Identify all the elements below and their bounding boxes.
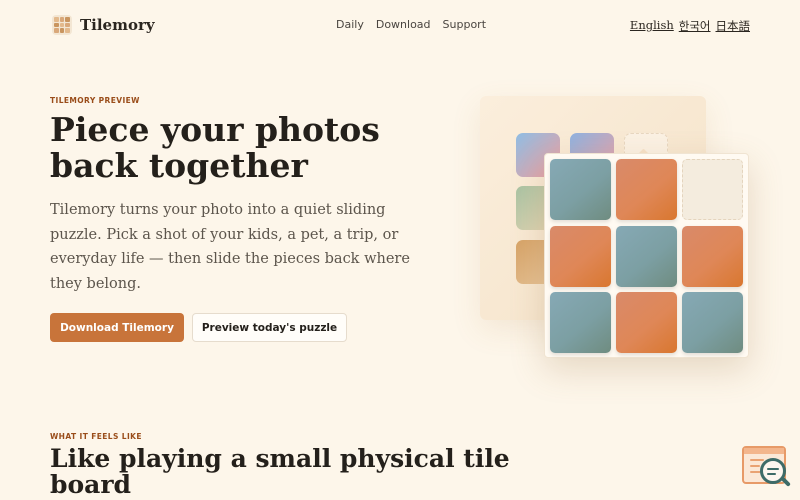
- preview-puzzle-button[interactable]: Preview today's puzzle: [192, 313, 347, 342]
- lang-japanese[interactable]: 日本語: [716, 18, 751, 34]
- puzzle-tile: [616, 226, 677, 287]
- tile-grid-logo-icon: [52, 15, 72, 35]
- hero-eyebrow: TILEMORY PREVIEW: [50, 96, 140, 105]
- site-header: Tilemory Daily Download Support English …: [0, 0, 800, 52]
- puzzle-tile: [550, 226, 611, 287]
- puzzle-tile: [550, 292, 611, 353]
- main-nav: Daily Download Support: [336, 18, 486, 31]
- puzzle-tile: [616, 159, 677, 220]
- lang-english[interactable]: English: [630, 18, 674, 34]
- hero-description: Tilemory turns your photo into a quiet s…: [50, 202, 410, 292]
- puzzle-tile: [616, 292, 677, 353]
- puzzle-empty-slot: [682, 159, 743, 220]
- magnifier-handle: [781, 477, 791, 487]
- section-eyebrow: WHAT IT FEELS LIKE: [50, 432, 142, 441]
- brand-link[interactable]: Tilemory: [52, 15, 155, 35]
- puzzle-tile: [550, 159, 611, 220]
- download-button[interactable]: Download Tilemory: [50, 313, 184, 342]
- nav-support[interactable]: Support: [443, 18, 486, 31]
- hero-title: Piece your photos back together: [50, 110, 380, 185]
- nav-daily[interactable]: Daily: [336, 18, 364, 31]
- section-title: Like playing a small physical tile board: [50, 444, 510, 499]
- nav-download[interactable]: Download: [376, 18, 431, 31]
- lang-korean[interactable]: 한국어: [679, 18, 711, 34]
- brand-name: Tilemory: [80, 16, 155, 34]
- help-search-icon[interactable]: [740, 444, 791, 490]
- puzzle-tile: [682, 226, 743, 287]
- puzzle-tile: [682, 292, 743, 353]
- language-switcher: English 한국어 日本語: [630, 18, 750, 34]
- sliding-puzzle-board: [544, 153, 749, 358]
